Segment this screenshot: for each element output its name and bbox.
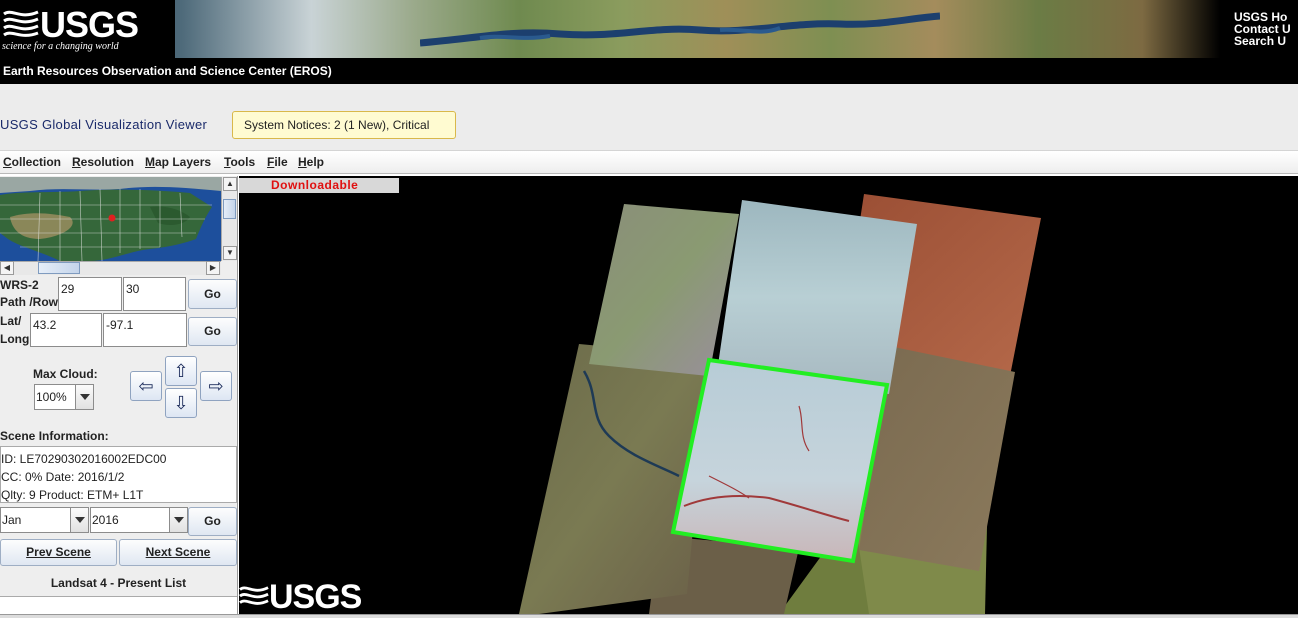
menu-help[interactable]: Help xyxy=(298,155,324,169)
scroll-left-icon[interactable]: ◀ xyxy=(0,261,14,275)
menu-collection[interactable]: Collection xyxy=(3,155,61,169)
map-usgs-word: USGS xyxy=(269,578,362,614)
menu-label-rest: ap Layers xyxy=(155,155,212,169)
scroll-up-icon[interactable]: ▲ xyxy=(223,177,237,191)
arrow-down-button[interactable]: ⇩ xyxy=(165,388,197,418)
menu-mnemonic: R xyxy=(72,155,81,169)
menu-mnemonic: H xyxy=(298,155,307,169)
usgs-logo[interactable]: USGS science for a changing world xyxy=(0,0,175,58)
latlong-label-line1: Lat/ xyxy=(0,314,22,328)
menu-file[interactable]: File xyxy=(267,155,288,169)
latlong-go-button[interactable]: Go xyxy=(188,317,237,346)
bottom-status-bar xyxy=(0,614,1298,618)
menu-label-rest: ollection xyxy=(11,155,62,169)
menu-mnemonic: C xyxy=(3,155,12,169)
scroll-down-icon[interactable]: ▼ xyxy=(223,246,237,260)
search-link[interactable]: Search U xyxy=(1234,35,1298,47)
usgs-wave-icon xyxy=(239,586,269,605)
path-input[interactable]: 29 xyxy=(58,277,122,311)
downloadable-label: Downloadable xyxy=(239,178,399,193)
latitude-input[interactable]: 43.2 xyxy=(30,313,102,347)
menu-map-layers[interactable]: Map Layers xyxy=(145,155,211,169)
banner-river-image xyxy=(420,12,940,47)
app-title: USGS Global Visualization Viewer xyxy=(0,117,208,132)
map-usgs-watermark: USGS xyxy=(239,576,369,614)
wrs-label-line1: WRS-2 xyxy=(0,278,39,292)
menu-tools[interactable]: Tools xyxy=(224,155,255,169)
usgs-logo-tagline: science for a changing world xyxy=(2,41,119,52)
scene-id: ID: LE70290302016002EDC00 xyxy=(1,452,167,466)
latlong-label-line2: Long: xyxy=(0,332,34,346)
arrow-left-button[interactable]: ⇦ xyxy=(130,371,162,401)
top-links: USGS Ho Contact U Search U xyxy=(1234,11,1298,47)
scene-list-title: Landsat 4 - Present List xyxy=(50,576,187,590)
next-scene-button[interactable]: Next Scene xyxy=(119,539,237,566)
left-control-panel: ▲ ▼ ◀ ▶ WRS-2 Path /Row: 29 30 Go Lat/ L… xyxy=(0,176,238,618)
wrs-go-button[interactable]: Go xyxy=(188,279,237,309)
scene-info-box: ID: LE70290302016002EDC00 CC: 0% Date: 2… xyxy=(0,446,237,503)
prev-scene-button[interactable]: Prev Scene xyxy=(0,539,117,566)
scroll-right-icon[interactable]: ▶ xyxy=(206,261,220,275)
max-cloud-select[interactable]: 100% xyxy=(34,384,94,410)
scene-qlty-product: Qlty: 9 Product: ETM+ L1T xyxy=(1,488,144,502)
scene-cc-date: CC: 0% Date: 2016/1/2 xyxy=(1,470,125,484)
max-cloud-value: 100% xyxy=(36,390,67,404)
max-cloud-label: Max Cloud: xyxy=(33,367,98,381)
menu-bar: Collection Resolution Map Layers Tools F… xyxy=(0,150,1298,174)
chevron-down-icon[interactable] xyxy=(169,508,187,532)
usgs-logo-word: USGS xyxy=(40,4,139,45)
menu-label-rest: elp xyxy=(306,155,325,169)
menu-mnemonic: M xyxy=(145,155,155,169)
month-value: Jan xyxy=(2,513,22,527)
month-select[interactable]: Jan xyxy=(0,507,89,533)
overview-map[interactable] xyxy=(0,177,221,261)
menu-label-rest: esolution xyxy=(80,155,135,169)
row-input[interactable]: 30 xyxy=(123,277,186,311)
menu-label-rest: ile xyxy=(274,155,288,169)
wrs-label-line2: Path /Row: xyxy=(0,295,62,309)
map-view[interactable]: Downloadable USGS xyxy=(239,176,1298,614)
chevron-down-icon[interactable] xyxy=(75,385,93,409)
arrow-right-button[interactable]: ⇨ xyxy=(200,371,232,401)
satellite-scenes[interactable] xyxy=(239,176,1298,614)
year-value: 2016 xyxy=(92,513,119,527)
eros-title-bar: Earth Resources Observation and Science … xyxy=(0,58,1298,84)
scroll-thumb-vertical[interactable] xyxy=(223,199,236,219)
chevron-down-icon[interactable] xyxy=(70,508,88,532)
arrow-up-button[interactable]: ⇧ xyxy=(165,356,197,386)
menu-resolution[interactable]: Resolution xyxy=(72,155,134,169)
system-notices-button[interactable]: System Notices: 2 (1 New), Critical xyxy=(232,111,456,139)
scene-info-heading: Scene Information: xyxy=(0,429,109,443)
app-header: USGS Global Visualization Viewer System … xyxy=(0,84,1298,150)
usgs-wave-icon xyxy=(3,10,39,37)
date-go-button[interactable]: Go xyxy=(188,507,237,536)
scroll-thumb-horizontal[interactable] xyxy=(38,262,80,274)
menu-label-rest: ools xyxy=(230,155,256,169)
overview-vertical-scrollbar[interactable]: ▲ ▼ xyxy=(221,177,237,261)
longitude-input[interactable]: -97.1 xyxy=(103,313,187,347)
overview-map-image xyxy=(0,177,221,261)
year-select[interactable]: 2016 xyxy=(90,507,188,533)
overview-horizontal-scrollbar[interactable]: ◀ ▶ xyxy=(0,261,221,275)
usgs-banner: USGS science for a changing world USGS H… xyxy=(0,0,1298,58)
